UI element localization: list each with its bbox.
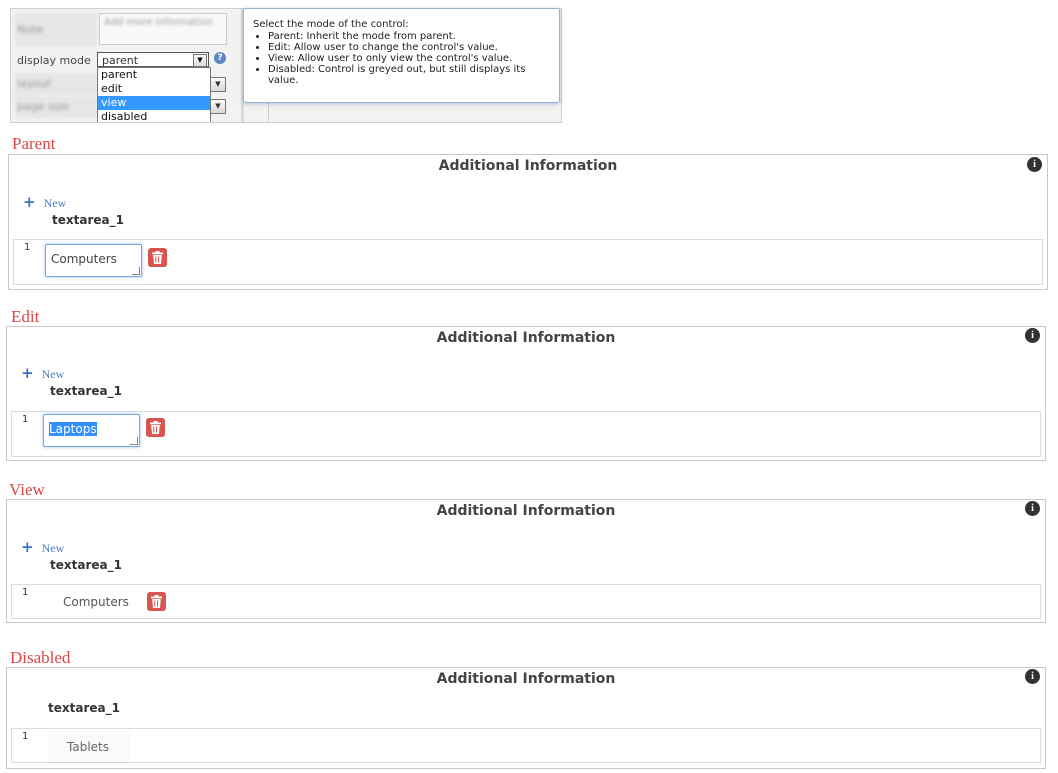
tooltip-item: View: Allow user to only view the contro…: [268, 53, 558, 64]
page-size-select-arrow[interactable]: ▼: [210, 99, 226, 114]
display-mode-tooltip: Select the mode of the control: Parent: …: [243, 8, 560, 103]
resize-handle[interactable]: [132, 267, 140, 275]
trash-icon: [151, 595, 162, 608]
help-icon[interactable]: ?: [214, 52, 226, 64]
new-button[interactable]: + New: [21, 538, 64, 556]
new-label: New: [41, 541, 65, 555]
option-view[interactable]: view: [98, 96, 210, 110]
new-button[interactable]: + New: [21, 364, 64, 382]
layout-select-arrow[interactable]: ▼: [210, 77, 226, 92]
option-disabled[interactable]: disabled: [98, 110, 210, 122]
plus-icon: +: [21, 538, 34, 556]
tooltip-item: Edit: Allow user to change the control's…: [268, 42, 558, 53]
chevron-down-icon[interactable]: ▼: [193, 54, 207, 67]
prop-label: page size: [15, 96, 97, 118]
section-title-parent: Parent: [12, 134, 56, 153]
textarea-input[interactable]: Computers: [45, 244, 142, 277]
tooltip-list: Parent: Inherit the mode from parent. Ed…: [256, 31, 558, 86]
new-label: New: [41, 367, 65, 381]
info-icon[interactable]: i: [1025, 501, 1040, 516]
display-mode-value: parent: [102, 54, 139, 67]
section-title-disabled: Disabled: [10, 648, 71, 667]
field-name: textarea_1: [48, 701, 120, 715]
card-title: Additional Information: [436, 503, 616, 519]
trash-icon: [150, 421, 161, 434]
card-title: Additional Information: [438, 158, 618, 174]
view-value: Computers: [63, 595, 129, 609]
disabled-value: Tablets: [67, 740, 109, 754]
display-mode-select[interactable]: parent ▼: [97, 52, 209, 67]
row-index: 1: [22, 731, 29, 742]
preview-area: [268, 100, 561, 122]
section-title-edit: Edit: [11, 307, 40, 326]
row-index: 1: [24, 242, 31, 253]
tooltip-title: Select the mode of the control:: [253, 19, 409, 30]
display-mode-dropdown[interactable]: parent edit view disabled: [97, 67, 211, 122]
card-parent: Additional Information i + New textarea_1…: [8, 154, 1048, 290]
section-title-view: View: [9, 480, 45, 499]
field-name: textarea_1: [52, 213, 124, 227]
display-mode-label: display mode: [15, 50, 97, 72]
card-title: Additional Information: [436, 330, 616, 346]
prop-row-note: Note Add more information: [13, 13, 241, 47]
row-index: 1: [22, 414, 29, 425]
textarea-value: Computers: [51, 252, 117, 266]
card-title: Additional Information: [436, 671, 616, 687]
textarea-input[interactable]: Laptops: [43, 414, 140, 447]
new-label: New: [43, 196, 67, 210]
textarea-row: 1 Laptops: [11, 411, 1041, 457]
plus-icon: +: [23, 193, 36, 211]
textarea-row: 1 Computers: [11, 584, 1041, 619]
info-icon[interactable]: i: [1027, 157, 1042, 172]
tooltip-item: Disabled: Control is greyed out, but sti…: [268, 64, 558, 86]
option-edit[interactable]: edit: [98, 82, 210, 96]
card-edit: Additional Information i + New textarea_1…: [6, 326, 1046, 461]
row-index: 1: [22, 587, 29, 598]
resize-handle[interactable]: [130, 437, 138, 445]
trash-icon: [152, 251, 163, 264]
tooltip-item: Parent: Inherit the mode from parent.: [268, 31, 558, 42]
textarea-value: Laptops: [49, 422, 97, 436]
prop-label: layout: [15, 73, 97, 95]
option-parent[interactable]: parent: [98, 68, 210, 82]
new-button[interactable]: + New: [23, 193, 66, 211]
card-disabled: Additional Information i textarea_1 1 Ta…: [6, 667, 1046, 769]
info-icon[interactable]: i: [1025, 669, 1040, 684]
textarea-row: 1 Tablets: [11, 728, 1041, 763]
plus-icon: +: [21, 364, 34, 382]
field-name: textarea_1: [50, 384, 122, 398]
prop-label: Note: [15, 13, 97, 47]
delete-button[interactable]: [148, 248, 167, 267]
note-value: Add more information: [104, 17, 214, 28]
note-textarea[interactable]: Add more information: [99, 13, 227, 45]
delete-button[interactable]: [147, 592, 166, 611]
delete-button[interactable]: [146, 418, 165, 437]
textarea-row: 1 Computers: [13, 239, 1043, 285]
field-name: textarea_1: [50, 558, 122, 572]
info-icon[interactable]: i: [1025, 328, 1040, 343]
card-view: Additional Information i + New textarea_1…: [6, 499, 1046, 623]
disabled-textarea: Tablets: [49, 732, 129, 762]
